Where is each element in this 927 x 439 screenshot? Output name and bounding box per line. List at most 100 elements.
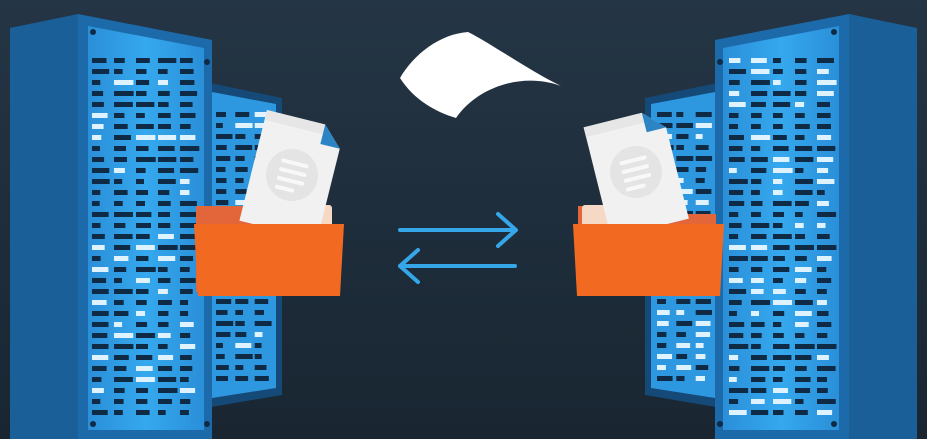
server-slot [158,388,178,393]
server-slot [676,112,684,117]
server-slot [751,80,770,85]
server-slot [817,234,830,239]
server-slot [773,146,789,151]
server-slot [817,377,827,382]
server-slot [114,410,123,415]
server-slot [729,80,740,85]
server-slot [695,299,711,304]
server-slot [114,377,133,382]
server-slot [676,365,692,370]
server-slot [92,168,110,173]
server-slot [773,410,784,415]
server-slot [817,179,835,184]
server-slot [136,289,149,294]
server-slot [235,156,245,161]
server-slot [114,113,125,118]
server-slot [114,388,125,393]
server-slot [158,234,174,239]
server-slot [158,322,169,327]
server-slot [158,102,169,107]
server-slot [729,377,737,382]
server-slot [773,278,783,283]
server-slot [773,267,790,272]
server-slot [114,344,134,349]
server-slot [773,399,792,404]
server-slot [676,332,686,337]
server-slot [795,91,807,96]
server-slot [795,135,805,140]
server-slot [773,366,785,371]
server-slot [235,321,245,326]
server-slot [92,245,105,250]
server-slot [158,201,171,206]
server-slot [180,146,200,151]
server-slot [773,311,785,316]
server-slot [695,321,711,326]
server-slot [92,179,110,184]
server-slot [92,256,101,261]
server-slot [114,322,123,327]
server-slot [817,289,827,294]
server-slot [817,399,836,404]
server-slot [751,410,769,415]
server-slot [729,168,737,173]
server-slot [158,289,168,294]
server-slot [817,344,837,349]
server-slot [817,91,834,96]
server-slot [773,135,787,140]
server-slot [92,113,108,118]
server-slot [158,91,170,96]
server-slot [158,212,170,217]
server-slot [158,344,168,349]
server-slot [751,300,771,305]
server-slot [817,190,825,195]
server-slot [136,135,156,140]
server-slot [216,354,225,359]
server-slot [657,310,670,315]
server-slot [92,58,107,63]
server-slot [795,333,805,338]
server-slot [235,343,252,348]
server-slot [136,267,156,272]
server-slot [235,354,253,359]
server-slot [158,256,176,261]
server-slot [254,354,262,359]
server-slot [729,267,739,272]
server-rack-icon [715,14,917,439]
server-slot [158,377,177,382]
server-slot [795,234,805,239]
server-slot [92,344,109,349]
server-slot [254,343,262,348]
server-slot [773,58,781,63]
server-slot [729,234,739,239]
server-slot [676,145,684,150]
server-slot [114,124,128,129]
server-slot [729,256,748,261]
server-slot [695,145,709,150]
server-slot [795,399,804,404]
server-slot [695,123,712,128]
server-slot [216,321,234,326]
server-slot [676,299,691,304]
server-slot [795,113,805,118]
server-slot [92,311,109,316]
server-slot [180,58,193,63]
server-slot [216,167,226,172]
server-slot [114,333,134,338]
server-slot [695,332,711,337]
server-slot [180,179,190,184]
server-slot [114,311,129,316]
server-slot [136,223,151,228]
server-slot [751,366,770,371]
server-slot [114,289,133,294]
server-slot [817,113,831,118]
server-slot [92,410,108,415]
server-slot [795,245,814,250]
server-slot [180,212,199,217]
file-transfer-illustration [0,0,927,439]
server-slot [92,146,100,151]
server-slot [817,256,832,261]
server-slot [751,245,768,250]
server-slot [180,366,193,371]
server-slot [676,167,689,172]
